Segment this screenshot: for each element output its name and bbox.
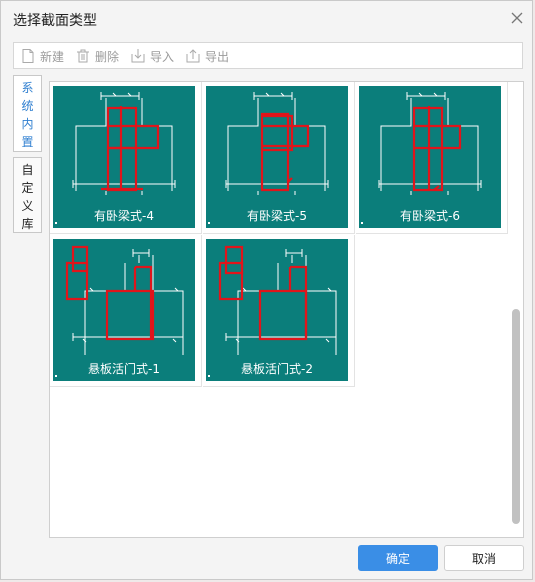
import-button[interactable]: 导入 [130,47,174,65]
corner-mark [55,375,57,377]
toolbar: 新建 删除 导入 导出 [13,42,523,69]
tab-char: 置 [21,135,34,149]
new-button[interactable]: 新建 [20,47,64,65]
section-label: 悬板活门式-2 [241,362,313,376]
dialog-title: 选择截面类型 [13,13,97,29]
export-button[interactable]: 导出 [185,47,229,65]
section-thumbnail: 悬板活门式-2 [206,239,348,381]
corner-mark [361,222,363,224]
new-file-icon [22,49,34,63]
import-button-label: 导入 [150,49,175,64]
corner-mark [208,375,210,377]
scrollbar-thumb[interactable] [512,309,520,524]
corner-mark [208,222,210,224]
tab-char: 系 [21,81,34,95]
section-item[interactable]: 悬板活门式-1 [50,235,202,387]
export-icon [186,49,200,63]
section-item[interactable]: 有卧梁式-4 [50,82,202,234]
delete-button-label: 删除 [95,49,120,64]
tab-char: 定 [21,181,34,195]
export-button-label: 导出 [205,49,230,64]
tab-custom-library[interactable]: 自 定 义 库 [13,157,42,233]
section-label: 有卧梁式-6 [400,209,460,223]
tab-char: 义 [21,199,34,213]
tab-char: 统 [21,99,34,113]
section-grid: 有卧梁式-4 有卧梁式-5 有卧梁式-6 悬板活门式-1 悬板活门式-2 [49,81,524,538]
trash-icon [77,49,89,63]
section-item[interactable]: 悬板活门式-2 [203,235,355,387]
tab-builtin-library[interactable]: 系 统 内 置 [13,75,42,152]
corner-mark [55,222,57,224]
section-label: 有卧梁式-5 [247,209,307,223]
section-thumbnail: 悬板活门式-1 [53,239,195,381]
section-thumbnail: 有卧梁式-4 [53,86,195,228]
close-icon[interactable] [509,10,525,26]
tab-char: 内 [21,117,34,131]
section-label: 悬板活门式-1 [88,362,160,376]
section-thumbnail: 有卧梁式-6 [359,86,501,228]
section-item[interactable]: 有卧梁式-5 [203,82,355,234]
import-icon [131,49,145,63]
select-section-type-dialog: 选择截面类型 新建 删除 导入 导出 系 统 内 置 自 定 义 库 有卧梁式-… [0,0,533,580]
section-thumbnail: 有卧梁式-5 [206,86,348,228]
section-item[interactable]: 有卧梁式-6 [356,82,508,234]
ok-button[interactable]: 确定 [358,545,438,571]
new-button-label: 新建 [40,49,65,64]
delete-button[interactable]: 删除 [75,47,119,65]
tab-char: 自 [21,163,34,177]
cancel-button[interactable]: 取消 [444,545,524,571]
tab-char: 库 [21,217,34,231]
section-label: 有卧梁式-4 [94,209,154,223]
